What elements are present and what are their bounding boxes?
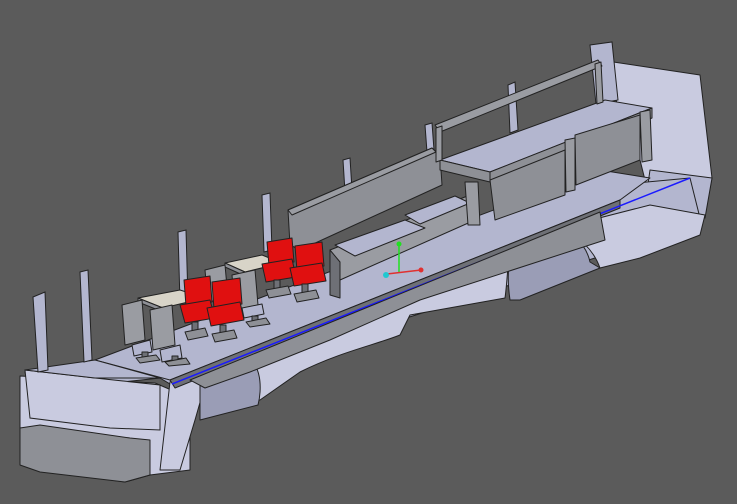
platform-support-mid	[564, 137, 576, 193]
pillar-8	[589, 41, 619, 105]
bus-model-scene[interactable]	[0, 0, 737, 504]
platform-support-right	[639, 109, 653, 163]
upper-rail-post-left	[435, 125, 443, 163]
x-axis-handle[interactable]	[418, 267, 424, 273]
platform-support-left	[464, 181, 481, 226]
z-axis-handle[interactable]	[383, 272, 389, 278]
pillar-2	[79, 269, 93, 363]
3d-viewport[interactable]	[0, 0, 737, 504]
pillar-6	[424, 122, 435, 153]
y-axis-handle[interactable]	[396, 241, 402, 247]
pillar-1	[32, 291, 49, 373]
pillar-7	[507, 81, 519, 134]
upper-rail-post-right	[594, 61, 604, 105]
